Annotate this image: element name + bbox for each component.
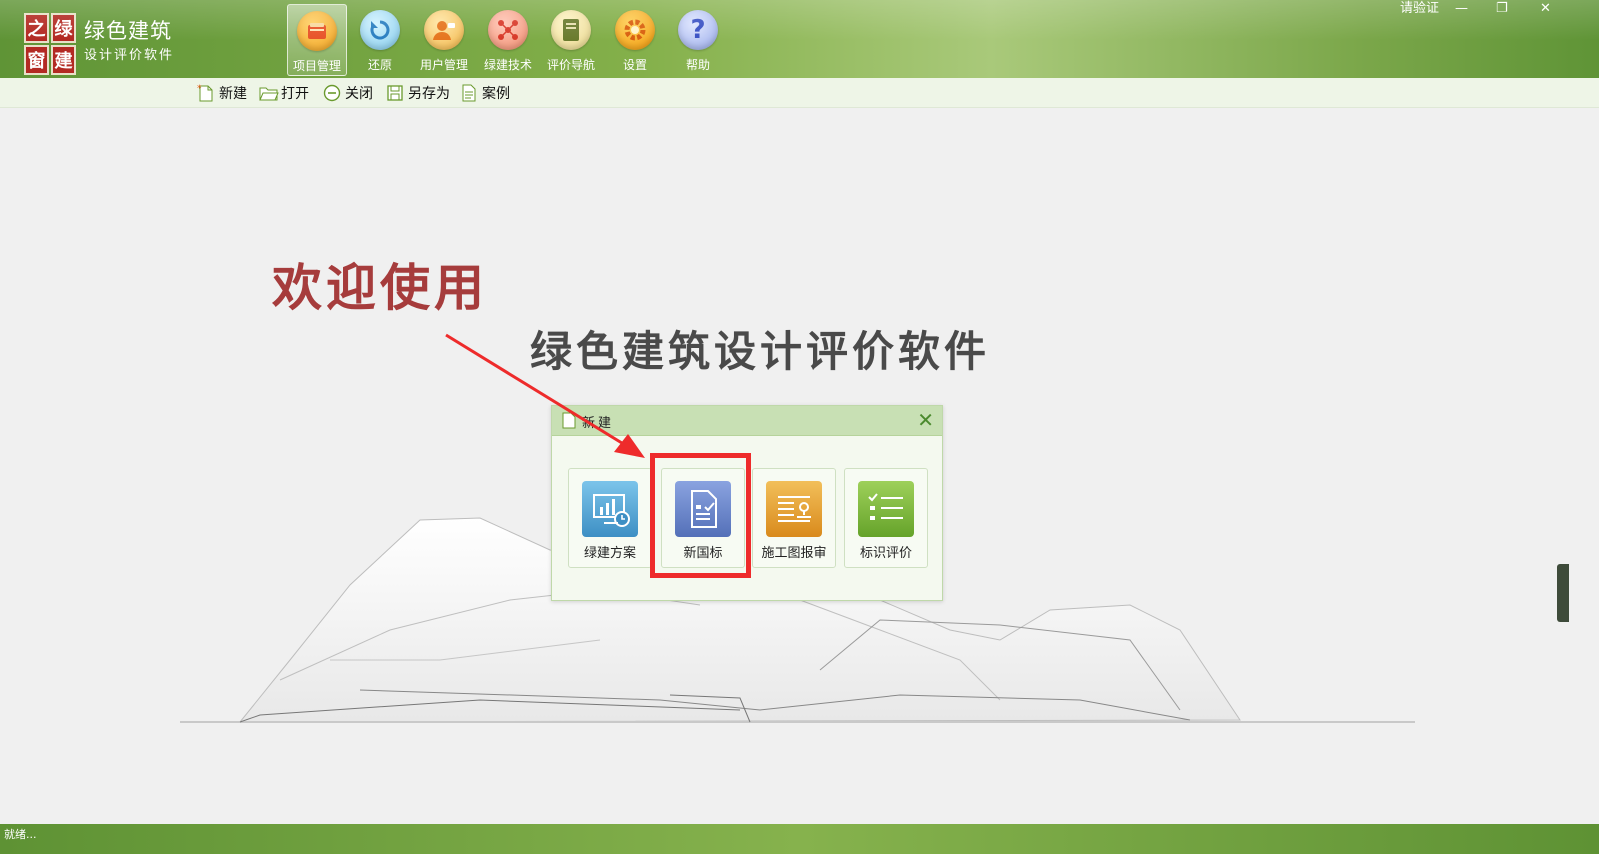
welcome-heading: 欢迎使用 <box>272 259 488 317</box>
dialog-doc-icon <box>562 412 576 433</box>
toolbar-evaluation-guide[interactable]: 评价导航 <box>541 4 601 76</box>
verify-link[interactable]: 请验证 <box>1400 0 1439 18</box>
option-green-plan[interactable]: 绿建方案 <box>568 468 652 568</box>
dialog-close-icon[interactable]: ✕ <box>917 409 934 431</box>
help-icon: ? <box>678 10 718 50</box>
toolbar-label: 帮助 <box>685 58 710 72</box>
restore-icon <box>360 10 400 50</box>
project-icon <box>297 11 337 51</box>
logo-char: 之 <box>24 13 49 43</box>
logo-char: 建 <box>51 45 76 75</box>
svg-text:*: * <box>197 84 202 94</box>
stamp-document-icon <box>766 481 822 537</box>
toolbar-project-management[interactable]: 项目管理 <box>287 4 347 76</box>
minimize-button[interactable]: — <box>1455 0 1468 18</box>
toolbar-green-tech[interactable]: 绿建技术 <box>478 4 538 76</box>
toolbar-settings[interactable]: 设置 <box>605 4 665 76</box>
side-panel-handle[interactable] <box>1557 564 1569 622</box>
dialog-title: 新建 <box>582 416 615 431</box>
gear-icon <box>615 10 655 50</box>
open-label: 打开 <box>281 86 309 102</box>
guide-book-icon <box>551 10 591 50</box>
toolbar-label: 还原 <box>367 58 392 72</box>
save-as-label: 另存为 <box>408 86 450 102</box>
toolbar-label: 设置 <box>622 58 647 72</box>
new-button[interactable]: * 新建 <box>197 83 247 103</box>
close-circle-icon <box>323 84 341 102</box>
save-icon <box>386 84 404 102</box>
close-window-button[interactable]: ✕ <box>1540 0 1551 18</box>
toolbar-help[interactable]: ? 帮助 <box>668 4 728 76</box>
cases-button[interactable]: 案例 <box>460 83 510 103</box>
close-label: 关闭 <box>345 86 373 102</box>
toolbar-label: 评价导航 <box>546 58 595 72</box>
logo-char: 绿 <box>51 13 76 43</box>
toolbar-label: 用户管理 <box>419 58 468 72</box>
status-bar: 就绪... <box>0 824 1599 854</box>
new-label: 新建 <box>219 86 247 102</box>
new-file-icon: * <box>197 84 215 102</box>
logo-char: 窗 <box>24 45 49 75</box>
save-as-button[interactable]: 另存为 <box>386 83 450 103</box>
app-logo: 之 绿 窗 建 <box>24 13 76 75</box>
title-bar: 之 绿 窗 建 绿色建筑 设计评价软件 项目管理 还原 用户管理 绿建技术 评价… <box>0 0 1599 78</box>
restore-window-button[interactable]: ❐ <box>1496 0 1508 18</box>
dialog-header: 新建 ✕ <box>552 406 942 436</box>
option-label: 绿建方案 <box>583 546 636 561</box>
option-label-evaluation[interactable]: 标识评价 <box>844 468 928 568</box>
cases-label: 案例 <box>482 86 510 102</box>
product-title: 绿色建筑设计评价软件 <box>530 327 991 376</box>
toolbar-user-management[interactable]: 用户管理 <box>414 4 474 76</box>
app-subtitle: 设计评价软件 <box>84 48 175 63</box>
status-text: 就绪... <box>4 828 37 841</box>
toolbar-label: 项目管理 <box>292 59 341 73</box>
option-label: 施工图报审 <box>761 546 827 561</box>
checklist-icon <box>858 481 914 537</box>
user-icon <box>424 10 464 50</box>
tech-icon <box>488 10 528 50</box>
option-label: 标识评价 <box>859 546 912 561</box>
monitor-chart-icon <box>582 481 638 537</box>
option-construction-drawing-review[interactable]: 施工图报审 <box>752 468 836 568</box>
document-icon <box>460 84 478 102</box>
toolbar-label: 绿建技术 <box>483 58 532 72</box>
highlight-box <box>650 453 751 578</box>
file-toolbar: * 新建 打开 关闭 另存为 案例 <box>0 78 1599 108</box>
open-button[interactable]: 打开 <box>259 83 309 103</box>
toolbar-restore[interactable]: 还原 <box>350 4 410 76</box>
close-button[interactable]: 关闭 <box>323 83 373 103</box>
folder-icon <box>259 84 279 102</box>
app-name: 绿色建筑 <box>84 19 172 43</box>
